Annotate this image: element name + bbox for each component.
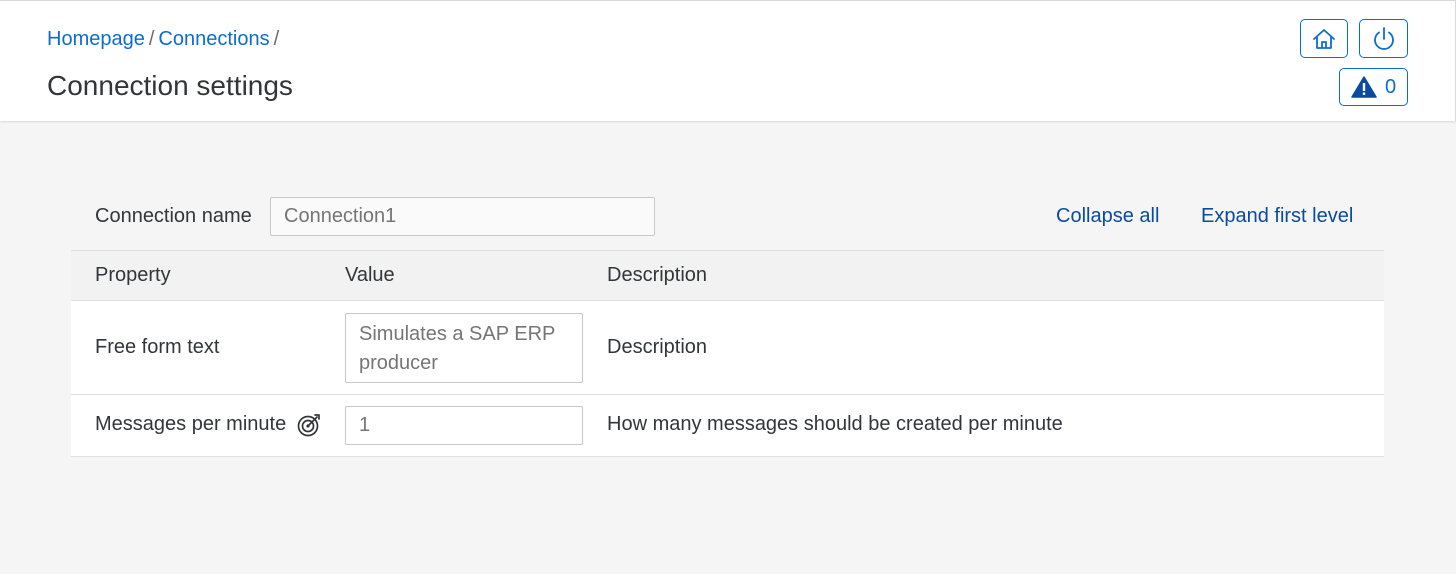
connection-name-label: Connection name — [95, 205, 252, 227]
breadcrumb-separator: / — [148, 28, 155, 50]
property-description: Description — [607, 336, 708, 358]
target-icon — [297, 414, 320, 437]
column-header-description: Description — [607, 264, 708, 286]
column-header-value: Value — [345, 264, 395, 286]
property-name: Free form text — [95, 336, 220, 358]
home-button[interactable] — [1300, 19, 1348, 58]
table-row: Messages per minute How many messages sh… — [71, 395, 1384, 457]
home-icon — [1313, 28, 1335, 49]
messages-per-minute-input[interactable] — [345, 406, 583, 445]
table-row: Free form text Description — [71, 301, 1384, 395]
breadcrumb-separator: / — [273, 28, 280, 50]
power-button[interactable] — [1359, 19, 1408, 58]
page-title: Connection settings — [47, 70, 293, 101]
property-description: How many messages should be created per … — [607, 413, 1063, 435]
warning-triangle-icon — [1351, 76, 1377, 98]
connection-name-input[interactable] — [270, 197, 655, 236]
warnings-button[interactable]: 0 — [1339, 68, 1408, 106]
power-icon — [1373, 26, 1394, 50]
property-name: Messages per minute — [95, 413, 287, 435]
breadcrumb-homepage[interactable]: Homepage — [47, 28, 145, 50]
page-header: Homepage / Connections / Connection setting… — [0, 0, 1456, 121]
warning-count: 0 — [1384, 75, 1397, 98]
free-form-text-input[interactable] — [345, 313, 583, 383]
collapse-all-link[interactable]: Collapse all — [1056, 205, 1159, 228]
table-header: Property Value Description — [71, 250, 1384, 301]
breadcrumb: Homepage / Connections / — [47, 28, 283, 51]
expand-first-level-link[interactable]: Expand first level — [1201, 205, 1353, 228]
breadcrumb-connections[interactable]: Connections — [158, 28, 269, 50]
column-header-property: Property — [95, 264, 171, 286]
